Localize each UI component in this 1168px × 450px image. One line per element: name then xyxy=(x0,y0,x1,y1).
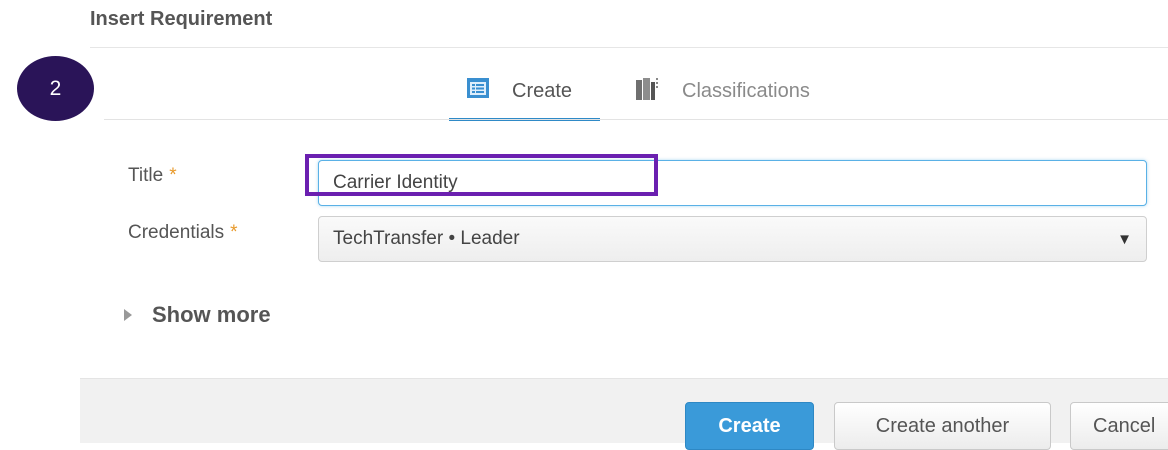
tabs-divider xyxy=(104,119,1168,120)
tab-create-label: Create xyxy=(512,80,573,102)
credentials-label: Credentials * xyxy=(128,222,238,244)
dialog-title: Insert Requirement xyxy=(90,8,273,30)
tab-create[interactable]: Create xyxy=(449,66,600,121)
tab-classifications-label: Classifications xyxy=(682,80,810,102)
title-divider xyxy=(90,47,1168,48)
required-marker: * xyxy=(169,165,177,186)
caret-down-icon: ▼ xyxy=(1117,230,1132,248)
step-number-badge: 2 xyxy=(17,56,94,121)
credentials-label-text: Credentials xyxy=(128,222,225,243)
credentials-value: TechTransfer • Leader xyxy=(333,228,520,249)
classification-icon xyxy=(636,78,658,100)
show-more-label: Show more xyxy=(152,302,271,327)
title-label: Title * xyxy=(128,165,177,187)
create-another-button[interactable]: Create another xyxy=(834,402,1051,450)
tab-classifications[interactable]: Classifications xyxy=(634,66,810,120)
show-more-toggle[interactable]: Show more xyxy=(124,302,271,328)
title-input[interactable] xyxy=(318,160,1147,206)
expand-triangle-icon xyxy=(124,309,132,321)
create-button[interactable]: Create xyxy=(685,402,814,450)
form-icon xyxy=(467,78,489,98)
cancel-button[interactable]: Cancel xyxy=(1070,402,1168,450)
title-label-text: Title xyxy=(128,165,164,186)
credentials-select[interactable]: TechTransfer • Leader ▼ xyxy=(318,216,1147,262)
required-marker: * xyxy=(230,222,238,243)
